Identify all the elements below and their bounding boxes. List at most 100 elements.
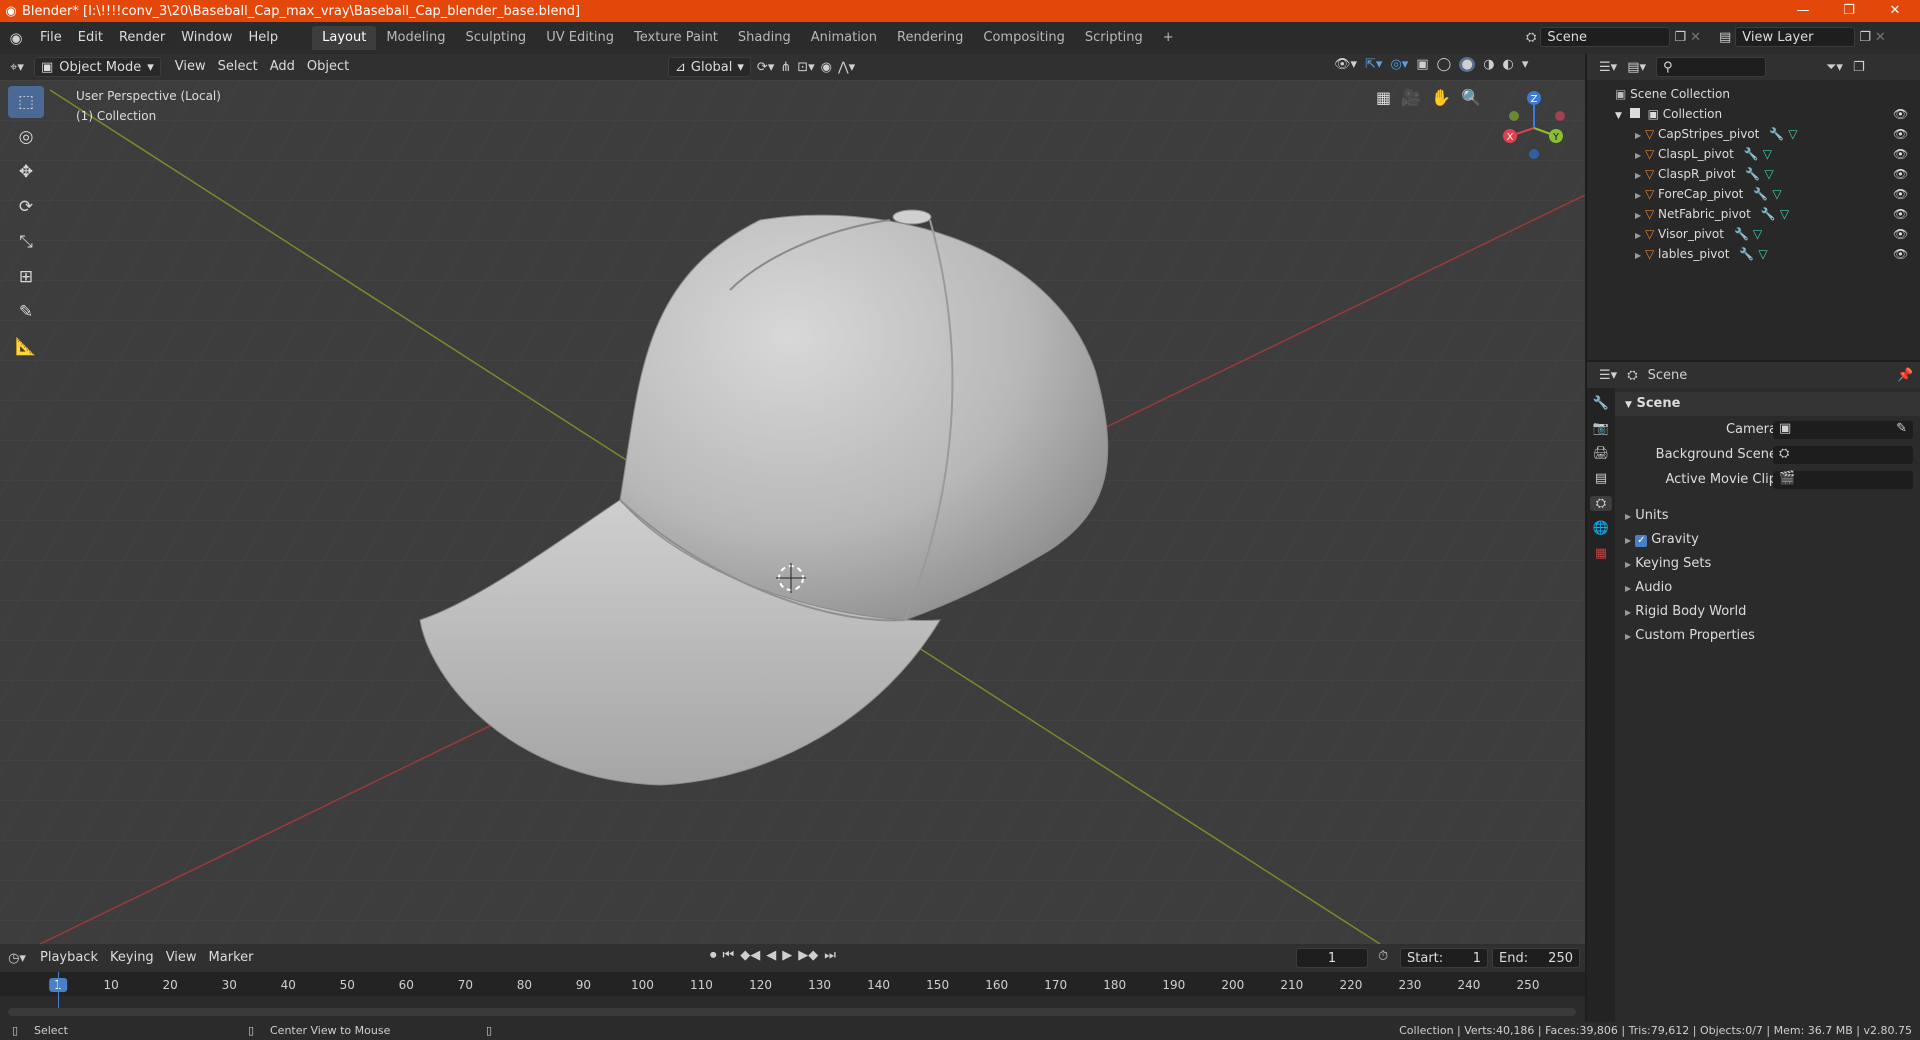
blender-menu-icon[interactable]: ◉ (0, 29, 32, 47)
play-icon[interactable]: ▶ (782, 948, 792, 963)
menu-timeline-view[interactable]: View (160, 948, 203, 968)
measure-tool-icon[interactable]: 📐 (8, 331, 44, 363)
menu-edit[interactable]: Edit (70, 27, 111, 49)
prev-keyframe-icon[interactable]: ◆◀ (740, 948, 760, 963)
mesh-data-icon[interactable]: ▽ (1780, 207, 1789, 221)
menu-marker[interactable]: Marker (203, 948, 260, 968)
expand-arrow-icon[interactable]: ▶ (1635, 151, 1641, 160)
render-tab-icon[interactable]: 📷 (1593, 421, 1609, 436)
filter-icon[interactable]: ⏷▾ (1826, 60, 1843, 75)
minimize-button[interactable]: — (1780, 0, 1826, 22)
texture-tab-icon[interactable]: ▦ (1595, 546, 1607, 561)
transform-tool-icon[interactable]: ⊞ (8, 261, 44, 293)
menu-select[interactable]: Select (212, 57, 264, 77)
mesh-data-icon[interactable]: ▽ (1763, 147, 1772, 161)
tab-shading[interactable]: Shading (728, 26, 801, 50)
expand-arrow-icon[interactable]: ▶ (1635, 191, 1641, 200)
start-frame-field[interactable]: Start: 1 (1400, 948, 1488, 968)
expand-arrow-icon[interactable]: ▼ (1615, 111, 1622, 121)
mesh-data-icon[interactable]: ▽ (1764, 167, 1773, 181)
eye-icon[interactable]: 👁 (1893, 104, 1908, 124)
gravity-checkbox[interactable]: ✓ (1635, 535, 1648, 547)
eye-icon[interactable]: 👁 (1893, 224, 1908, 244)
properties-editor-icon[interactable]: ☰▾ (1599, 368, 1617, 383)
mesh-data-icon[interactable]: ▽ (1788, 127, 1797, 141)
eye-icon[interactable]: 👁 (1893, 144, 1908, 164)
eye-icon[interactable]: 👁 (1893, 244, 1908, 264)
delete-scene-icon[interactable]: ✕ (1690, 30, 1701, 45)
zoom-icon[interactable]: 🔍 (1461, 88, 1481, 107)
outliner-item[interactable]: ▶ ▽ NetFabric_pivot 🔧 ▽ 👁 (1587, 204, 1920, 224)
shading-options-icon[interactable]: ▾ (1522, 57, 1529, 72)
view-layer-tab-icon[interactable]: ▤ (1595, 471, 1607, 486)
play-reverse-icon[interactable]: ◀ (766, 948, 776, 963)
tab-compositing[interactable]: Compositing (973, 26, 1075, 50)
end-frame-field[interactable]: End: 250 (1492, 948, 1580, 968)
mesh-data-icon[interactable]: ▽ (1758, 247, 1767, 261)
expand-arrow-icon[interactable]: ▶ (1635, 171, 1641, 180)
outliner-item[interactable]: ▶ ▽ ForeCap_pivot 🔧 ▽ 👁 (1587, 184, 1920, 204)
overlay-toggle-icon[interactable]: ◎▾ (1390, 57, 1408, 72)
3d-viewport[interactable]: Z Y X ▦ 🎥 ✋ 🔍 (0, 80, 1585, 944)
tab-modeling[interactable]: Modeling (376, 26, 455, 50)
outliner-search-input[interactable]: ⚲ (1656, 57, 1766, 77)
modifier-icon[interactable]: 🔧 (1753, 187, 1768, 201)
rotate-tool-icon[interactable]: ⟳ (8, 191, 44, 223)
toggle-camera-view-icon[interactable]: ▦ (1376, 88, 1391, 107)
collection-checkbox[interactable] (1629, 108, 1640, 118)
menu-playback[interactable]: Playback (34, 948, 104, 968)
eye-icon[interactable]: 👁 (1893, 164, 1908, 184)
modifier-icon[interactable]: 🔧 (1744, 147, 1759, 161)
eye-icon[interactable]: 👁 (1893, 124, 1908, 144)
properties-section[interactable]: ▶ Custom Properties (1625, 624, 1920, 648)
gizmo-toggle-icon[interactable]: ⇱▾ (1365, 57, 1382, 72)
menu-keying[interactable]: Keying (104, 948, 160, 968)
pivot-point-icon[interactable]: ⟳▾ (757, 60, 774, 75)
jump-start-icon[interactable]: ⏮ (723, 948, 735, 963)
menu-file[interactable]: File (32, 27, 70, 49)
modifier-icon[interactable]: 🔧 (1745, 167, 1760, 181)
outliner-item[interactable]: ▶ ▽ ClaspR_pivot 🔧 ▽ 👁 (1587, 164, 1920, 184)
tab-layout[interactable]: Layout (312, 26, 377, 50)
new-collection-icon[interactable]: ❐ (1853, 60, 1865, 75)
annotate-tool-icon[interactable]: ✎ (8, 296, 44, 328)
rendered-shading-icon[interactable]: ◐ (1503, 57, 1514, 72)
add-workspace-button[interactable]: + (1153, 26, 1184, 50)
outliner-editor-icon[interactable]: ☰▾ (1599, 60, 1617, 75)
move-tool-icon[interactable]: ✥ (8, 156, 44, 188)
current-frame-field[interactable]: 1 (1296, 948, 1368, 968)
properties-section[interactable]: ▶ Rigid Body World (1625, 600, 1920, 624)
snap-target-icon[interactable]: ⊡▾ (797, 60, 814, 75)
timeline[interactable]: 1102030405060708090100110120130140150160… (0, 972, 1585, 1022)
mesh-data-icon[interactable]: ▽ (1753, 227, 1762, 241)
output-tab-icon[interactable]: 🖨 (1593, 446, 1610, 461)
properties-section[interactable]: ▶ Units (1625, 504, 1920, 528)
stopwatch-icon[interactable]: ⏱ (1378, 949, 1388, 964)
scale-tool-icon[interactable]: ⤡ (8, 226, 44, 258)
expand-arrow-icon[interactable]: ▶ (1635, 131, 1641, 140)
jump-end-icon[interactable]: ⏭ (824, 948, 836, 963)
menu-view[interactable]: View (169, 57, 212, 77)
scene-selector[interactable]: Scene (1540, 27, 1671, 47)
solid-shading-icon[interactable]: ● (1459, 57, 1476, 72)
tab-scripting[interactable]: Scripting (1075, 26, 1153, 50)
outliner-scene-collection[interactable]: ▣ Scene Collection (1587, 84, 1920, 104)
camera-icon[interactable]: 🎥 (1401, 88, 1421, 107)
display-mode-icon[interactable]: ▤▾ (1627, 60, 1646, 75)
eyedropper-icon[interactable]: ✎ (1896, 421, 1907, 436)
menu-window[interactable]: Window (173, 27, 240, 49)
scene-panel-header[interactable]: ▼ Scene (1615, 392, 1920, 416)
properties-section[interactable]: ▶ Audio (1625, 576, 1920, 600)
outliner-item[interactable]: ▶ ▽ ClaspL_pivot 🔧 ▽ 👁 (1587, 144, 1920, 164)
wireframe-shading-icon[interactable]: ◯ (1437, 57, 1452, 72)
expand-arrow-icon[interactable]: ▶ (1635, 211, 1641, 220)
scene-icon[interactable]: ⛭ (1526, 30, 1536, 45)
outliner-collection[interactable]: ▼ ▣ Collection 👁 (1587, 104, 1920, 124)
playhead-line[interactable] (58, 972, 59, 1008)
world-tab-icon[interactable]: 🌐 (1593, 521, 1609, 536)
camera-field[interactable]: ▣ ✎ (1773, 421, 1913, 439)
material-shading-icon[interactable]: ◑ (1483, 57, 1494, 72)
menu-add[interactable]: Add (264, 57, 301, 77)
timeline-editor-icon[interactable]: ◷▾ (0, 951, 34, 966)
eye-icon[interactable]: 👁 (1893, 184, 1908, 204)
